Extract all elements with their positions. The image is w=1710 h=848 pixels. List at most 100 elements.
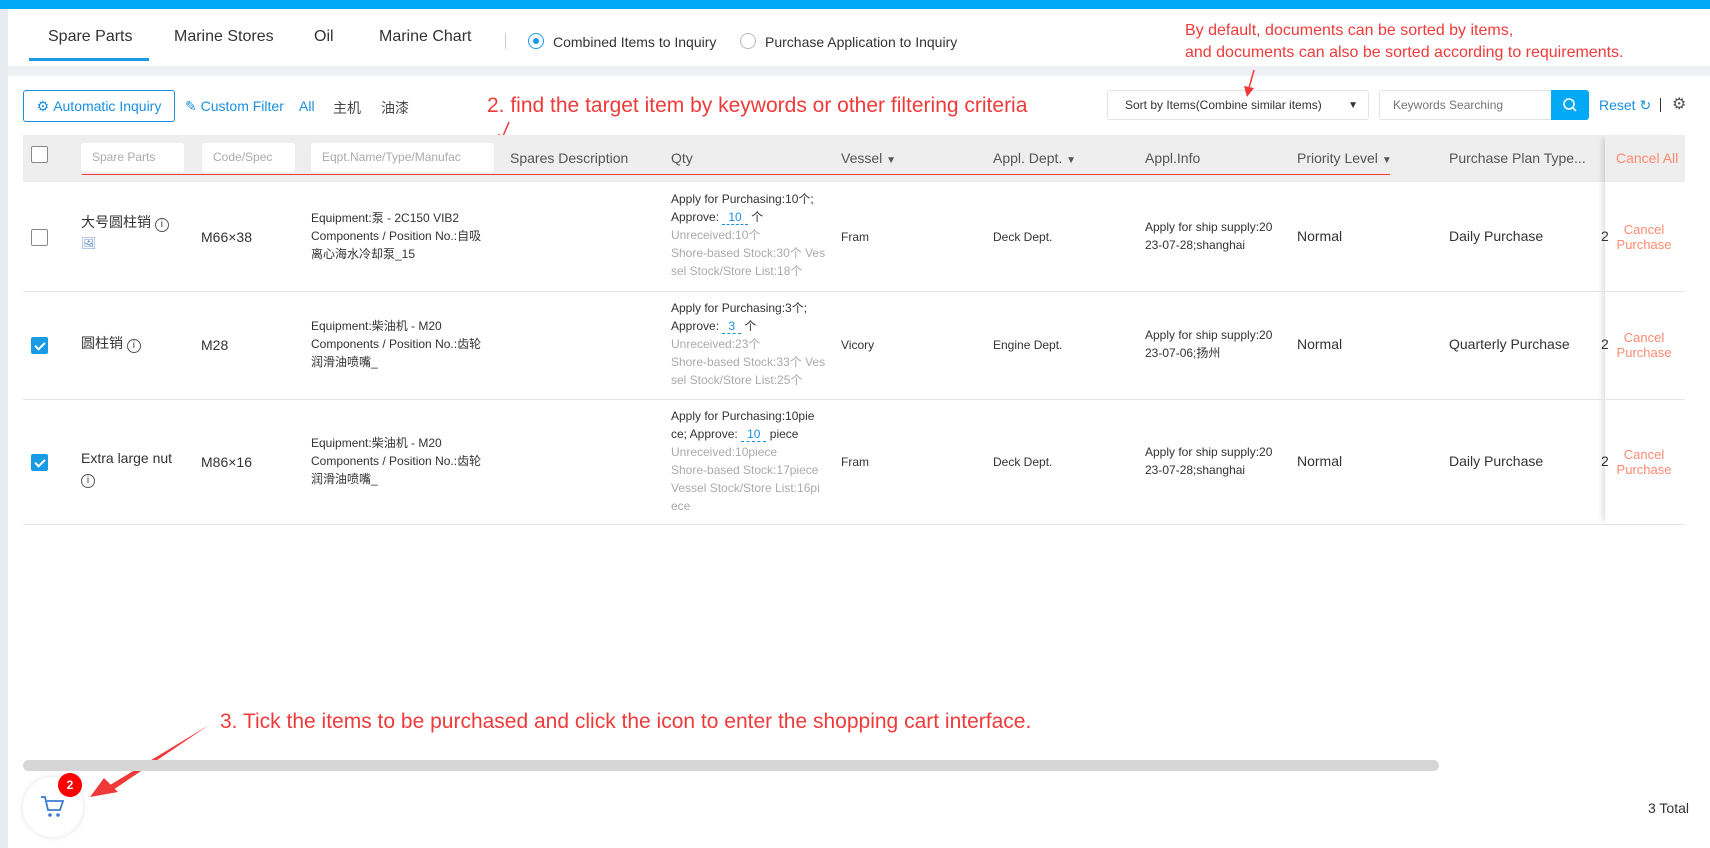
extra-text: 2	[1601, 227, 1609, 244]
appl-info: Apply for ship supply:20 23-07-28;shangha…	[1145, 443, 1272, 479]
column-vessel[interactable]: Vessel ▼	[841, 150, 896, 166]
column-purchase-plan-type: Purchase Plan Type...	[1449, 150, 1586, 166]
code-spec: M66×38	[201, 229, 252, 245]
q3-text: Unreceived:10piece	[671, 445, 778, 459]
purchase-plan-type: Daily Purchase	[1449, 228, 1543, 244]
arrow-sort	[1248, 69, 1255, 89]
column-appl-dept[interactable]: Appl. Dept. ▼	[993, 150, 1076, 166]
caret-down-icon: ▼	[886, 155, 897, 166]
total-count: 3 Total	[1648, 800, 1689, 816]
column-spares-description: Spares Description	[510, 150, 629, 166]
spare-part-name: Extra large nut i	[81, 448, 176, 488]
vessel: Fram	[841, 228, 869, 246]
row-checkbox[interactable]	[31, 453, 48, 471]
priority-text: Normal	[1297, 452, 1343, 469]
vessel-text: Fram	[841, 229, 869, 244]
q3-text: Unreceived:10个	[671, 228, 761, 242]
q1-text: Apply for Purchasing:10pie	[671, 409, 815, 423]
equipment-filter-input[interactable]: Eqpt.Name/Type/Manufac	[311, 143, 494, 172]
code-spec: M86×16	[201, 454, 252, 470]
appl-dept: Deck Dept.	[993, 453, 1052, 471]
dept-text: Engine Dept.	[993, 338, 1063, 352]
info-icon[interactable]: i	[154, 217, 169, 232]
truncated-column-value: 2	[1601, 336, 1609, 352]
appl-info: Apply for ship supply:20 23-07-06;扬州	[1145, 326, 1272, 362]
row-checkbox[interactable]	[31, 337, 48, 354]
equipment-info: Equipment:柴油机 - M20 Components / Position…	[311, 434, 481, 488]
code-spec-filter-input[interactable]: Code/Spec	[202, 143, 295, 172]
info1-text: Apply for ship supply:20	[1145, 328, 1273, 342]
truncated-column-value: 2	[1601, 453, 1609, 469]
eq3-text: 润滑油喷嘴_	[311, 471, 378, 486]
code-text: M86×16	[201, 453, 252, 470]
eq1-text: Equipment:柴油机 - M20	[311, 319, 442, 333]
name-text: Extra large nut	[81, 449, 173, 466]
priority-text: Normal	[1297, 227, 1343, 244]
image-icon[interactable]: 🖼	[81, 236, 96, 250]
cancel-text: Cancel Purchase	[1616, 221, 1672, 252]
row-checkbox[interactable]	[31, 228, 48, 246]
dept-label: Appl. Dept.	[993, 150, 1063, 166]
cancel-purchase-button[interactable]: Cancel Purchase	[1614, 330, 1674, 360]
q3-text: Unreceived:23个	[671, 337, 761, 351]
q2a-text: Approve:	[671, 319, 720, 333]
code-spec: M28	[201, 337, 228, 353]
spare-part-name: 大号圆柱销 i 🖼	[81, 212, 176, 253]
dept-text: Deck Dept.	[993, 454, 1053, 469]
purchase-plan-type: Quarterly Purchase	[1449, 336, 1570, 352]
vessel-text: Fram	[841, 454, 869, 469]
code-text: M66×38	[201, 228, 252, 245]
select-all-checkbox[interactable]	[31, 146, 48, 163]
caret-down-icon: ▼	[1381, 155, 1392, 166]
eq3-text: 离心海水冷却泵_15	[311, 246, 416, 261]
appl-dept: Engine Dept.	[993, 336, 1062, 354]
row-divider	[23, 524, 1685, 525]
q5-text: sel Stock/Store List:18个	[671, 264, 803, 278]
q2a-text: ce; Approve:	[671, 427, 738, 441]
column-priority-level[interactable]: Priority Level ▼	[1297, 150, 1392, 166]
info2-text: 23-07-28;shanghai	[1145, 462, 1246, 477]
info-icon[interactable]: i	[81, 473, 95, 488]
dept-text: Deck Dept.	[993, 229, 1053, 244]
spare-parts-filter-input[interactable]: Spare Parts	[81, 143, 184, 172]
annotation-cart: 3. Tick the items to be purchased and cl…	[220, 710, 1032, 733]
eq2-text: Components / Position No.:自吸	[311, 228, 482, 243]
plan-text: Daily Purchase	[1449, 227, 1544, 244]
code-text: M28	[201, 337, 229, 353]
q5-text: sel Stock/Store List:25个	[671, 373, 803, 387]
annotation-underline	[82, 174, 1390, 175]
q1-text: Apply for Purchasing:10个;	[671, 192, 814, 206]
eq3-text: 润滑油喷嘴_	[311, 355, 378, 369]
vessel-text: Vicory	[841, 338, 875, 352]
qty-info: Apply for Purchasing:3个; Approve: 3 个 Unre…	[671, 299, 825, 389]
priority-level: Normal	[1297, 228, 1342, 244]
cancel-purchase-button[interactable]: Cancel Purchase	[1614, 447, 1674, 477]
vessel-label: Vessel	[841, 150, 883, 166]
q1-text: Apply for Purchasing:3个;	[671, 301, 808, 315]
priority-text: Normal	[1297, 336, 1343, 352]
appl-dept: Deck Dept.	[993, 228, 1052, 246]
q2u-text: 个	[744, 319, 757, 333]
eq2-text: Components / Position No.:齿轮	[311, 337, 482, 351]
eq1-text: Equipment:泵 - 2C150 VIB2	[311, 210, 460, 225]
horizontal-scrollbar[interactable]	[23, 760, 1439, 771]
appl-info: Apply for ship supply:20 23-07-28;shangha…	[1145, 218, 1272, 254]
cancel-purchase-button[interactable]: Cancel Purchase	[1614, 222, 1674, 252]
q4-text: Shore-based Stock:33个 Ves	[671, 355, 826, 369]
info-icon[interactable]: i	[126, 339, 141, 353]
q2u-text: piece	[769, 427, 799, 441]
priority-level: Normal	[1297, 453, 1342, 469]
info1-text: Apply for ship supply:20	[1145, 219, 1273, 234]
caret-down-icon: ▼	[1066, 155, 1077, 166]
row-divider	[23, 291, 1685, 292]
purchase-plan-type: Daily Purchase	[1449, 453, 1543, 469]
q2u-text: 个	[751, 210, 764, 224]
extra-text: 2	[1601, 452, 1609, 469]
column-appl-info: Appl.Info	[1145, 150, 1201, 166]
arrow-filter	[502, 121, 510, 137]
name-text: 圆柱销	[81, 335, 123, 351]
truncated-column-value: 2	[1601, 228, 1609, 244]
spare-part-name: 圆柱销 i	[81, 333, 176, 353]
arrow-cart	[110, 725, 209, 790]
cart-count-badge: 2	[58, 773, 82, 797]
